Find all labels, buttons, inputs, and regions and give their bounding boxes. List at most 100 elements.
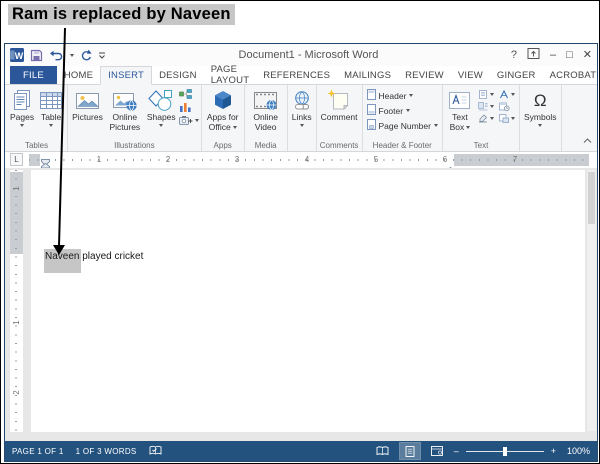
minimize-button[interactable]: –: [550, 49, 556, 61]
tab-design[interactable]: DESIGN: [152, 66, 204, 84]
chart-icon[interactable]: [179, 102, 199, 112]
zoom-in-button[interactable]: +: [551, 446, 556, 456]
scrollbar-thumb[interactable]: [588, 172, 595, 224]
ruler-number: 1: [12, 320, 21, 325]
word-logo-letter: W: [15, 51, 24, 61]
dropdown-caret-icon: [466, 126, 471, 130]
qat-customize-icon[interactable]: [98, 51, 106, 60]
quick-parts-icon[interactable]: [478, 90, 494, 99]
signature-line-icon[interactable]: [478, 114, 494, 123]
header-button[interactable]: Header: [366, 89, 438, 102]
text-box-button[interactable]: Text Box: [445, 87, 475, 133]
ribbon-tab-row: FILE HOME INSERT DESIGN PAGE LAYOUT REFE…: [5, 64, 599, 86]
help-button[interactable]: ?: [511, 49, 517, 61]
tab-view[interactable]: VIEW: [451, 66, 490, 84]
pages-button[interactable]: Pages: [8, 87, 36, 127]
print-layout-icon[interactable]: [398, 442, 421, 460]
comment-icon: [327, 88, 351, 113]
quick-access-toolbar: W: [10, 48, 106, 62]
zoom-level[interactable]: 100%: [567, 446, 590, 456]
callout-label: Ram is replaced by Naveen: [8, 4, 235, 25]
group-label-symbols-empty: [522, 140, 559, 151]
tab-review[interactable]: REVIEW: [398, 66, 451, 84]
undo-icon[interactable]: [49, 50, 64, 61]
web-layout-icon[interactable]: [427, 443, 447, 459]
dropdown-caret-icon: [510, 117, 515, 120]
horizontal-ruler[interactable]: 1 2 3 4 5 6 7: [29, 154, 589, 173]
zoom-slider-thumb[interactable]: [502, 446, 507, 456]
title-bar: W Document1 - Microsoft Word ? – □ ✕: [5, 44, 597, 66]
save-icon[interactable]: [30, 49, 43, 62]
ribbon-group-apps: Apps for Office Apps: [202, 85, 245, 151]
smartart-icon[interactable]: [178, 89, 199, 99]
word-count[interactable]: 1 OF 3 WORDS: [76, 447, 137, 456]
apps-for-office-icon: [212, 88, 234, 113]
online-pictures-button[interactable]: Online Pictures: [106, 87, 144, 133]
word-window: W Document1 - Microsoft Word ? – □ ✕ FIL…: [4, 43, 598, 462]
tab-stop-selector[interactable]: L: [10, 153, 23, 166]
tab-page-layout[interactable]: PAGE LAYOUT: [204, 64, 257, 86]
close-button[interactable]: ✕: [583, 49, 592, 61]
object-icon[interactable]: [499, 114, 515, 123]
dropdown-caret-icon: [489, 117, 494, 120]
ruler-number: 5: [373, 155, 379, 164]
ruler-number: 2: [12, 390, 21, 395]
tab-insert[interactable]: INSERT: [100, 66, 153, 85]
document-page[interactable]: Naveen played cricket: [31, 170, 585, 432]
symbols-button[interactable]: Ω Symbols: [522, 87, 559, 127]
online-video-label: Online Video: [253, 112, 278, 132]
drop-cap-icon[interactable]: [478, 102, 494, 111]
group-label-media: Media: [254, 141, 277, 150]
links-button[interactable]: Links: [290, 87, 314, 127]
dropdown-caret-icon: [194, 118, 199, 122]
table-button[interactable]: Table: [37, 87, 65, 127]
footer-button[interactable]: Footer: [366, 104, 438, 117]
ruler-number: 2: [165, 155, 171, 164]
tab-file[interactable]: FILE: [10, 66, 57, 84]
apps-for-office-button[interactable]: Apps for Office: [204, 87, 242, 133]
document-text-line[interactable]: Naveen played cricket: [45, 251, 143, 262]
maximize-button[interactable]: □: [566, 49, 573, 61]
links-icon: [292, 88, 312, 113]
page-number-button[interactable]: Page Number: [366, 119, 438, 132]
proofing-icon[interactable]: [149, 445, 162, 458]
dropdown-caret-icon: [489, 105, 494, 108]
redo-icon[interactable]: [80, 49, 92, 61]
text-box-label: Text Box: [447, 112, 473, 133]
date-time-icon[interactable]: [499, 102, 515, 111]
undo-dropdown-caret-icon[interactable]: [70, 53, 74, 57]
group-label-illustrations: Illustrations: [114, 141, 155, 150]
shapes-button[interactable]: Shapes: [145, 87, 178, 127]
online-video-button[interactable]: Online Video: [247, 87, 285, 133]
footer-icon: [366, 104, 376, 117]
tab-mailings[interactable]: MAILINGS: [337, 66, 398, 84]
online-video-icon: [253, 88, 278, 113]
ribbon-display-options-icon[interactable]: [527, 47, 540, 63]
window-title: Document1 - Microsoft Word: [238, 49, 379, 61]
group-label-tables: Tables: [24, 141, 49, 150]
read-mode-icon[interactable]: [373, 443, 393, 459]
tab-acrobat[interactable]: ACROBAT: [543, 66, 599, 84]
comment-label: Comment: [320, 112, 358, 122]
vertical-scrollbar[interactable]: [587, 170, 596, 431]
comment-button[interactable]: Comment: [319, 87, 360, 123]
dropdown-caret-icon: [489, 93, 494, 96]
wordart-icon[interactable]: [499, 90, 515, 99]
header-label: Header: [378, 90, 407, 101]
collapse-ribbon-icon[interactable]: [583, 131, 592, 149]
zoom-out-button[interactable]: –: [454, 446, 459, 456]
zoom-slider[interactable]: [465, 446, 544, 456]
screenshot-icon[interactable]: [178, 115, 199, 125]
ruler-number: 3: [234, 155, 240, 164]
symbols-label: Symbols: [523, 112, 557, 122]
pictures-button[interactable]: Pictures: [70, 87, 105, 123]
ribbon-group-illustrations: Pictures Online Pictures Shapes Illustra…: [68, 85, 202, 151]
vertical-ruler[interactable]: 1 1 2: [10, 170, 23, 432]
ruler-number: 1: [96, 155, 102, 164]
tab-ginger[interactable]: GINGER: [490, 66, 543, 84]
tab-home[interactable]: HOME: [57, 66, 100, 84]
page-indicator[interactable]: PAGE 1 OF 1: [12, 447, 64, 456]
dropdown-caret-icon: [49, 123, 54, 127]
apps-for-office-label: Apps for Office: [206, 112, 239, 132]
tab-references[interactable]: REFERENCES: [256, 66, 337, 84]
